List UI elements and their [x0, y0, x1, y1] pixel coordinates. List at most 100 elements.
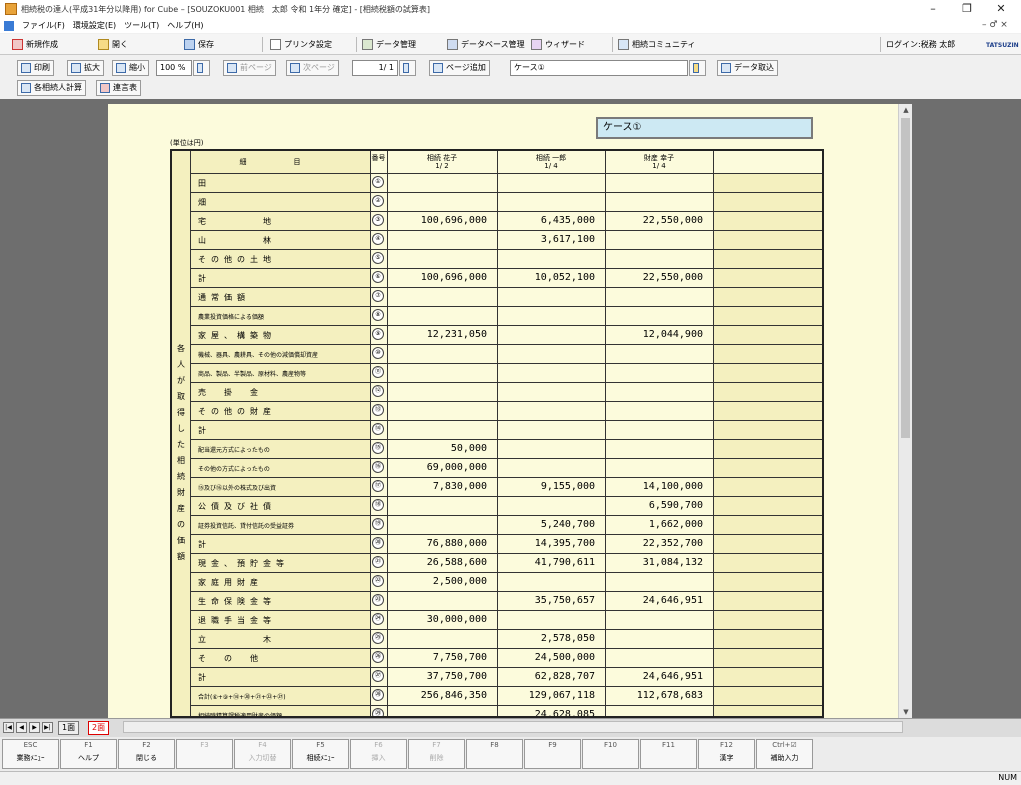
tab-page-2[interactable]: 2面 [88, 721, 110, 735]
value-cell[interactable]: 26,588,600 [427, 557, 487, 568]
value-cell[interactable]: 2,500,000 [433, 576, 487, 587]
value-cell-empty[interactable] [717, 310, 818, 321]
value-cell[interactable]: 7,830,000 [433, 481, 487, 492]
value-cell-empty[interactable] [717, 234, 818, 245]
tab-last-icon[interactable]: ▶| [42, 722, 53, 733]
fkey-2[interactable]: F2 閉じる [118, 739, 175, 769]
value-cell[interactable]: 6,435,000 [541, 215, 595, 226]
data-manage-button[interactable]: データ管理 [362, 37, 416, 52]
value-cell-empty[interactable] [717, 595, 818, 606]
value-cell[interactable]: 31,084,132 [643, 557, 703, 568]
fkey-10[interactable]: F10 [582, 739, 639, 769]
value-cell-empty[interactable] [717, 652, 818, 663]
value-cell[interactable]: 69,000,000 [427, 462, 487, 473]
value-cell[interactable]: 24,628,085 [535, 709, 595, 716]
value-cell[interactable]: 24,500,000 [535, 652, 595, 663]
new-button[interactable]: 新規作成 [12, 37, 58, 52]
value-cell[interactable]: 50,000 [451, 443, 487, 454]
fkey-9[interactable]: F9 [524, 739, 581, 769]
value-cell-empty[interactable] [717, 462, 818, 473]
value-cell[interactable]: 22,550,000 [643, 215, 703, 226]
value-cell-empty[interactable] [717, 215, 818, 226]
breakdown-button[interactable]: 連言表 [96, 80, 141, 96]
printer-setup-button[interactable]: プリンタ設定 [270, 37, 332, 52]
fkey-8[interactable]: F8 [466, 739, 523, 769]
mdi-window-controls[interactable]: – ♂ × [982, 18, 1008, 33]
scroll-thumb[interactable] [901, 118, 910, 438]
value-cell[interactable]: 22,550,000 [643, 272, 703, 283]
zoom-value-field[interactable]: 100 % [156, 60, 192, 76]
open-button[interactable]: 開く [98, 37, 128, 52]
value-cell[interactable]: 24,646,951 [643, 671, 703, 682]
value-cell[interactable]: 5,240,700 [541, 519, 595, 530]
value-cell-empty[interactable] [717, 481, 818, 492]
fkey-0[interactable]: ESC 業務ﾒﾆｭｰ [2, 739, 59, 769]
value-cell[interactable]: 100,696,000 [421, 272, 487, 283]
value-cell-empty[interactable] [717, 500, 818, 511]
maximize-button[interactable]: ❐ [950, 0, 984, 18]
value-cell[interactable]: 256,846,350 [421, 690, 487, 701]
scroll-down-icon[interactable]: ▼ [899, 706, 913, 718]
fkey-3[interactable]: F3 [176, 739, 233, 769]
fkey-7[interactable]: F7 削除 [408, 739, 465, 769]
minimize-button[interactable]: – [916, 0, 950, 18]
tab-first-icon[interactable]: |◀ [3, 722, 14, 733]
value-cell-empty[interactable] [717, 443, 818, 454]
value-cell-empty[interactable] [717, 348, 818, 359]
fkey-13[interactable]: Ctrl+☑ 補助入力 [756, 739, 813, 769]
value-cell-empty[interactable] [717, 614, 818, 625]
value-cell[interactable]: 30,000,000 [427, 614, 487, 625]
fkey-1[interactable]: F1 ヘルプ [60, 739, 117, 769]
value-cell-empty[interactable] [717, 386, 818, 397]
value-cell-empty[interactable] [717, 424, 818, 435]
db-manage-button[interactable]: データベース管理 [447, 37, 525, 52]
value-cell-empty[interactable] [717, 196, 818, 207]
value-cell[interactable]: 6,590,700 [649, 500, 703, 511]
value-cell-empty[interactable] [717, 557, 818, 568]
value-cell[interactable]: 1,662,000 [649, 519, 703, 530]
horizontal-scrollbar[interactable] [123, 721, 903, 733]
menu-file[interactable]: ファイル(F) [22, 20, 65, 31]
value-cell[interactable]: 2,578,050 [541, 633, 595, 644]
add-page-button[interactable]: ページ追加 [429, 60, 490, 76]
value-cell-empty[interactable] [717, 633, 818, 644]
value-cell[interactable]: 9,155,000 [541, 481, 595, 492]
value-cell-empty[interactable] [717, 405, 818, 416]
close-button[interactable]: ✕ [984, 0, 1018, 18]
value-cell-empty[interactable] [717, 177, 818, 188]
print-button[interactable]: 印刷 [17, 60, 54, 76]
case-button[interactable] [689, 60, 706, 76]
value-cell[interactable]: 14,100,000 [643, 481, 703, 492]
value-cell[interactable]: 14,395,700 [535, 538, 595, 549]
scroll-up-icon[interactable]: ▲ [899, 104, 913, 116]
value-cell[interactable]: 12,044,900 [643, 329, 703, 340]
tab-page-1[interactable]: 1面 [58, 721, 80, 735]
fkey-12[interactable]: F12 漢字 [698, 739, 755, 769]
value-cell[interactable]: 62,828,707 [535, 671, 595, 682]
value-cell[interactable]: 24,646,951 [643, 595, 703, 606]
heir-summary-button[interactable]: 各相続人計算 [17, 80, 86, 96]
value-cell[interactable]: 112,678,683 [637, 690, 703, 701]
value-cell[interactable]: 37,750,700 [427, 671, 487, 682]
value-cell[interactable]: 22,352,700 [643, 538, 703, 549]
zoom-out-button[interactable]: 縮小 [112, 60, 149, 76]
menu-help[interactable]: ヘルプ(H) [167, 20, 203, 31]
value-cell-empty[interactable] [717, 709, 818, 716]
value-cell[interactable]: 12,231,050 [427, 329, 487, 340]
vertical-scrollbar[interactable]: ▲ ▼ [898, 104, 912, 718]
value-cell[interactable]: 35,750,657 [535, 595, 595, 606]
prev-page-button[interactable]: 前ページ [223, 60, 276, 76]
value-cell-empty[interactable] [717, 671, 818, 682]
value-cell-empty[interactable] [717, 576, 818, 587]
value-cell[interactable]: 41,790,611 [535, 557, 595, 568]
value-cell-empty[interactable] [717, 519, 818, 530]
data-import-button[interactable]: データ取込 [717, 60, 778, 76]
value-cell-empty[interactable] [717, 291, 818, 302]
wizard-button[interactable]: ウィザード [531, 37, 585, 52]
fkey-4[interactable]: F4 入力切替 [234, 739, 291, 769]
menu-settings[interactable]: 環境設定(E) [73, 20, 116, 31]
value-cell-empty[interactable] [717, 272, 818, 283]
fkey-6[interactable]: F6 挿入 [350, 739, 407, 769]
fkey-11[interactable]: F11 [640, 739, 697, 769]
value-cell-empty[interactable] [717, 367, 818, 378]
